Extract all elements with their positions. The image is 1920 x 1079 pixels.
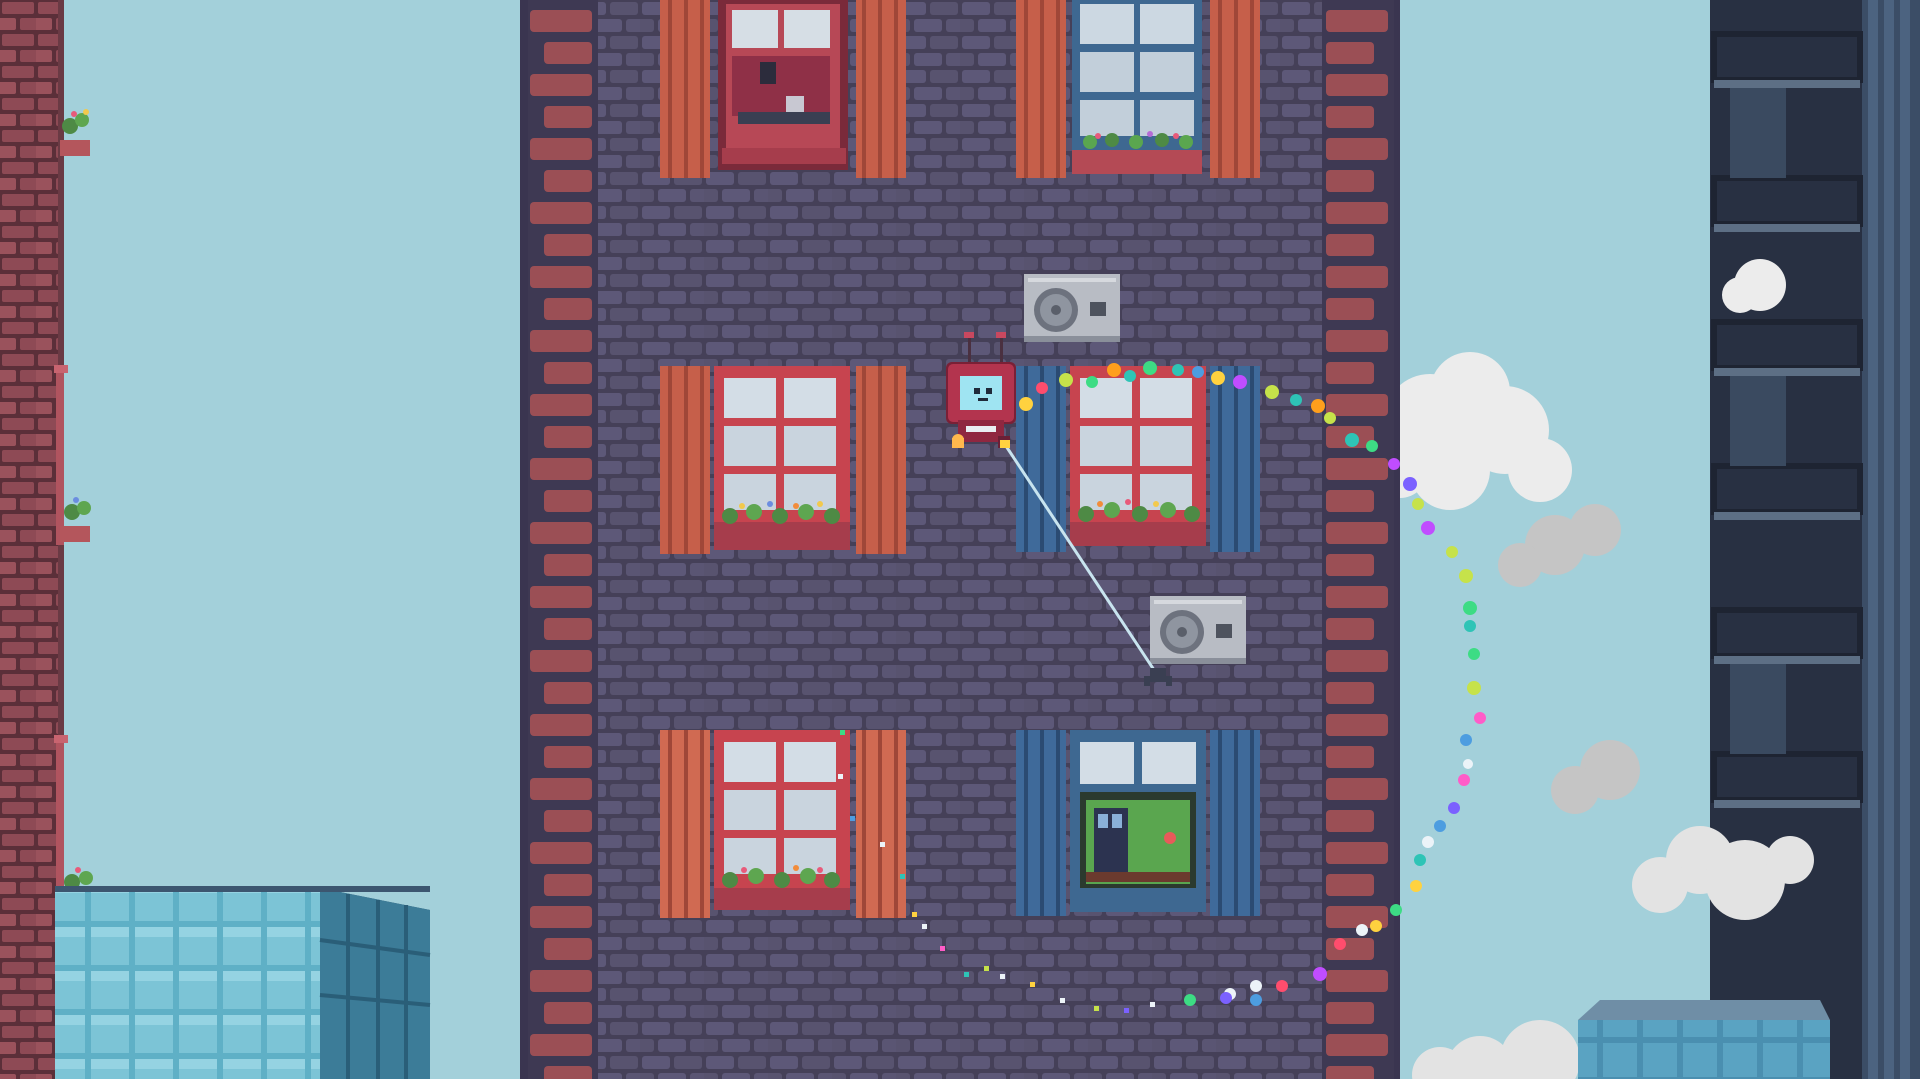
ac-unit-lower[interactable] [1150,596,1246,664]
window-bottom-left [660,730,906,918]
game-canvas [0,0,1920,1079]
brick-tower [520,0,1400,1079]
ac-unit-upper[interactable] [1024,274,1120,342]
distant-building-right [1578,1000,1830,1079]
flower-pot [60,109,93,911]
window-mid-left [660,366,906,554]
window-mid-right [1016,366,1260,552]
window-top-right [1016,0,1260,178]
window-bottom-right [1016,730,1260,916]
tower-trim-right [1322,0,1394,1079]
game-scene [0,0,1920,1079]
glass-building-left [55,886,431,1079]
window-top-left [660,0,906,178]
tower-trim-left [528,0,598,1079]
cloud-grey [1498,504,1640,814]
